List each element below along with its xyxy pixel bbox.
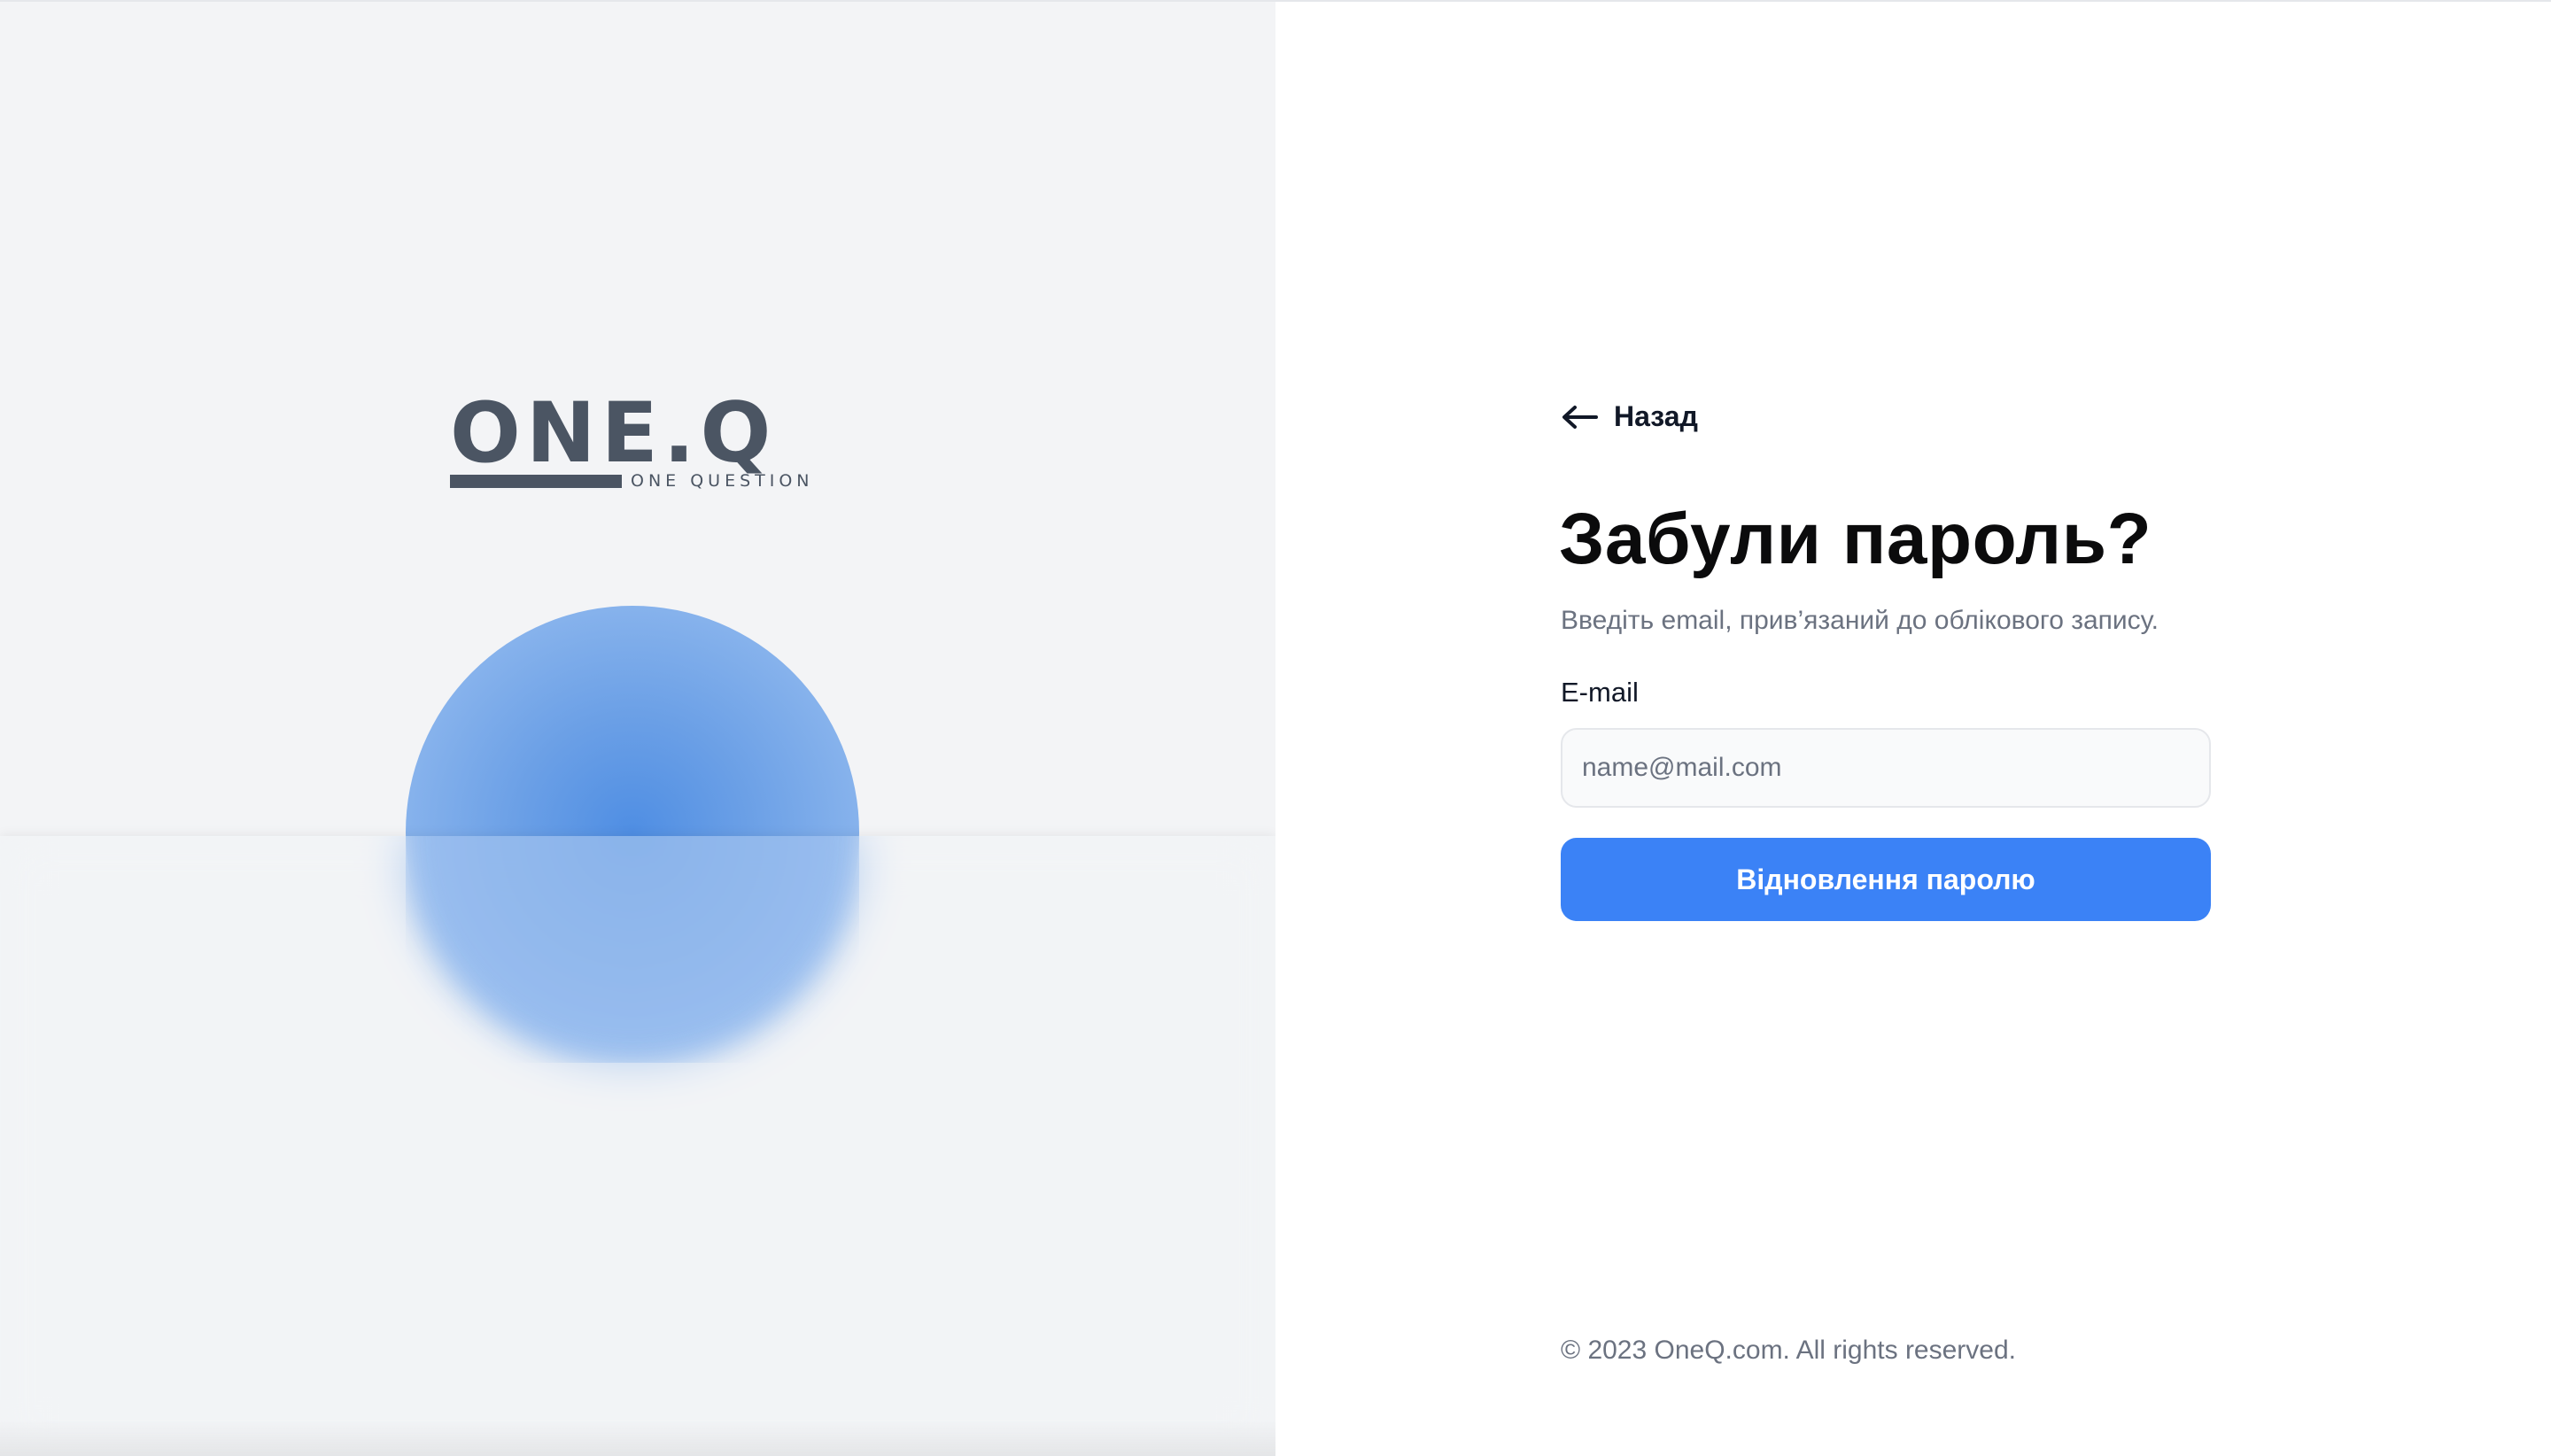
page: ONE.Q ONE QUESTION Назад Забули пароль? … xyxy=(0,0,2551,1456)
form-panel: Назад Забули пароль? Введіть email, прив… xyxy=(1276,2,2551,1456)
back-link-label: Назад xyxy=(1614,400,1698,432)
logo-wordmark: ONE.Q xyxy=(450,385,777,482)
orb-blurred-reflection xyxy=(406,836,859,1063)
page-subtitle: Введіть email, прив’язаний до облікового… xyxy=(1561,606,2159,635)
oneq-logo: ONE.Q ONE QUESTION xyxy=(450,390,822,496)
logo-underline-bar xyxy=(450,475,622,488)
arrow-left-icon xyxy=(1562,405,1598,429)
hero-bottom-shade xyxy=(0,1421,1276,1456)
logo-tagline: ONE QUESTION xyxy=(631,471,814,491)
page-title: Забули пароль? xyxy=(1559,499,2152,579)
email-field[interactable] xyxy=(1561,728,2211,808)
footer-copyright: © 2023 OneQ.com. All rights reserved. xyxy=(1561,1336,2016,1365)
email-field-label: E-mail xyxy=(1561,677,1639,708)
back-link[interactable]: Назад xyxy=(1561,400,1698,433)
reset-password-button[interactable]: Відновлення паролю xyxy=(1561,838,2211,921)
hero-panel: ONE.Q ONE QUESTION xyxy=(0,2,1276,1456)
